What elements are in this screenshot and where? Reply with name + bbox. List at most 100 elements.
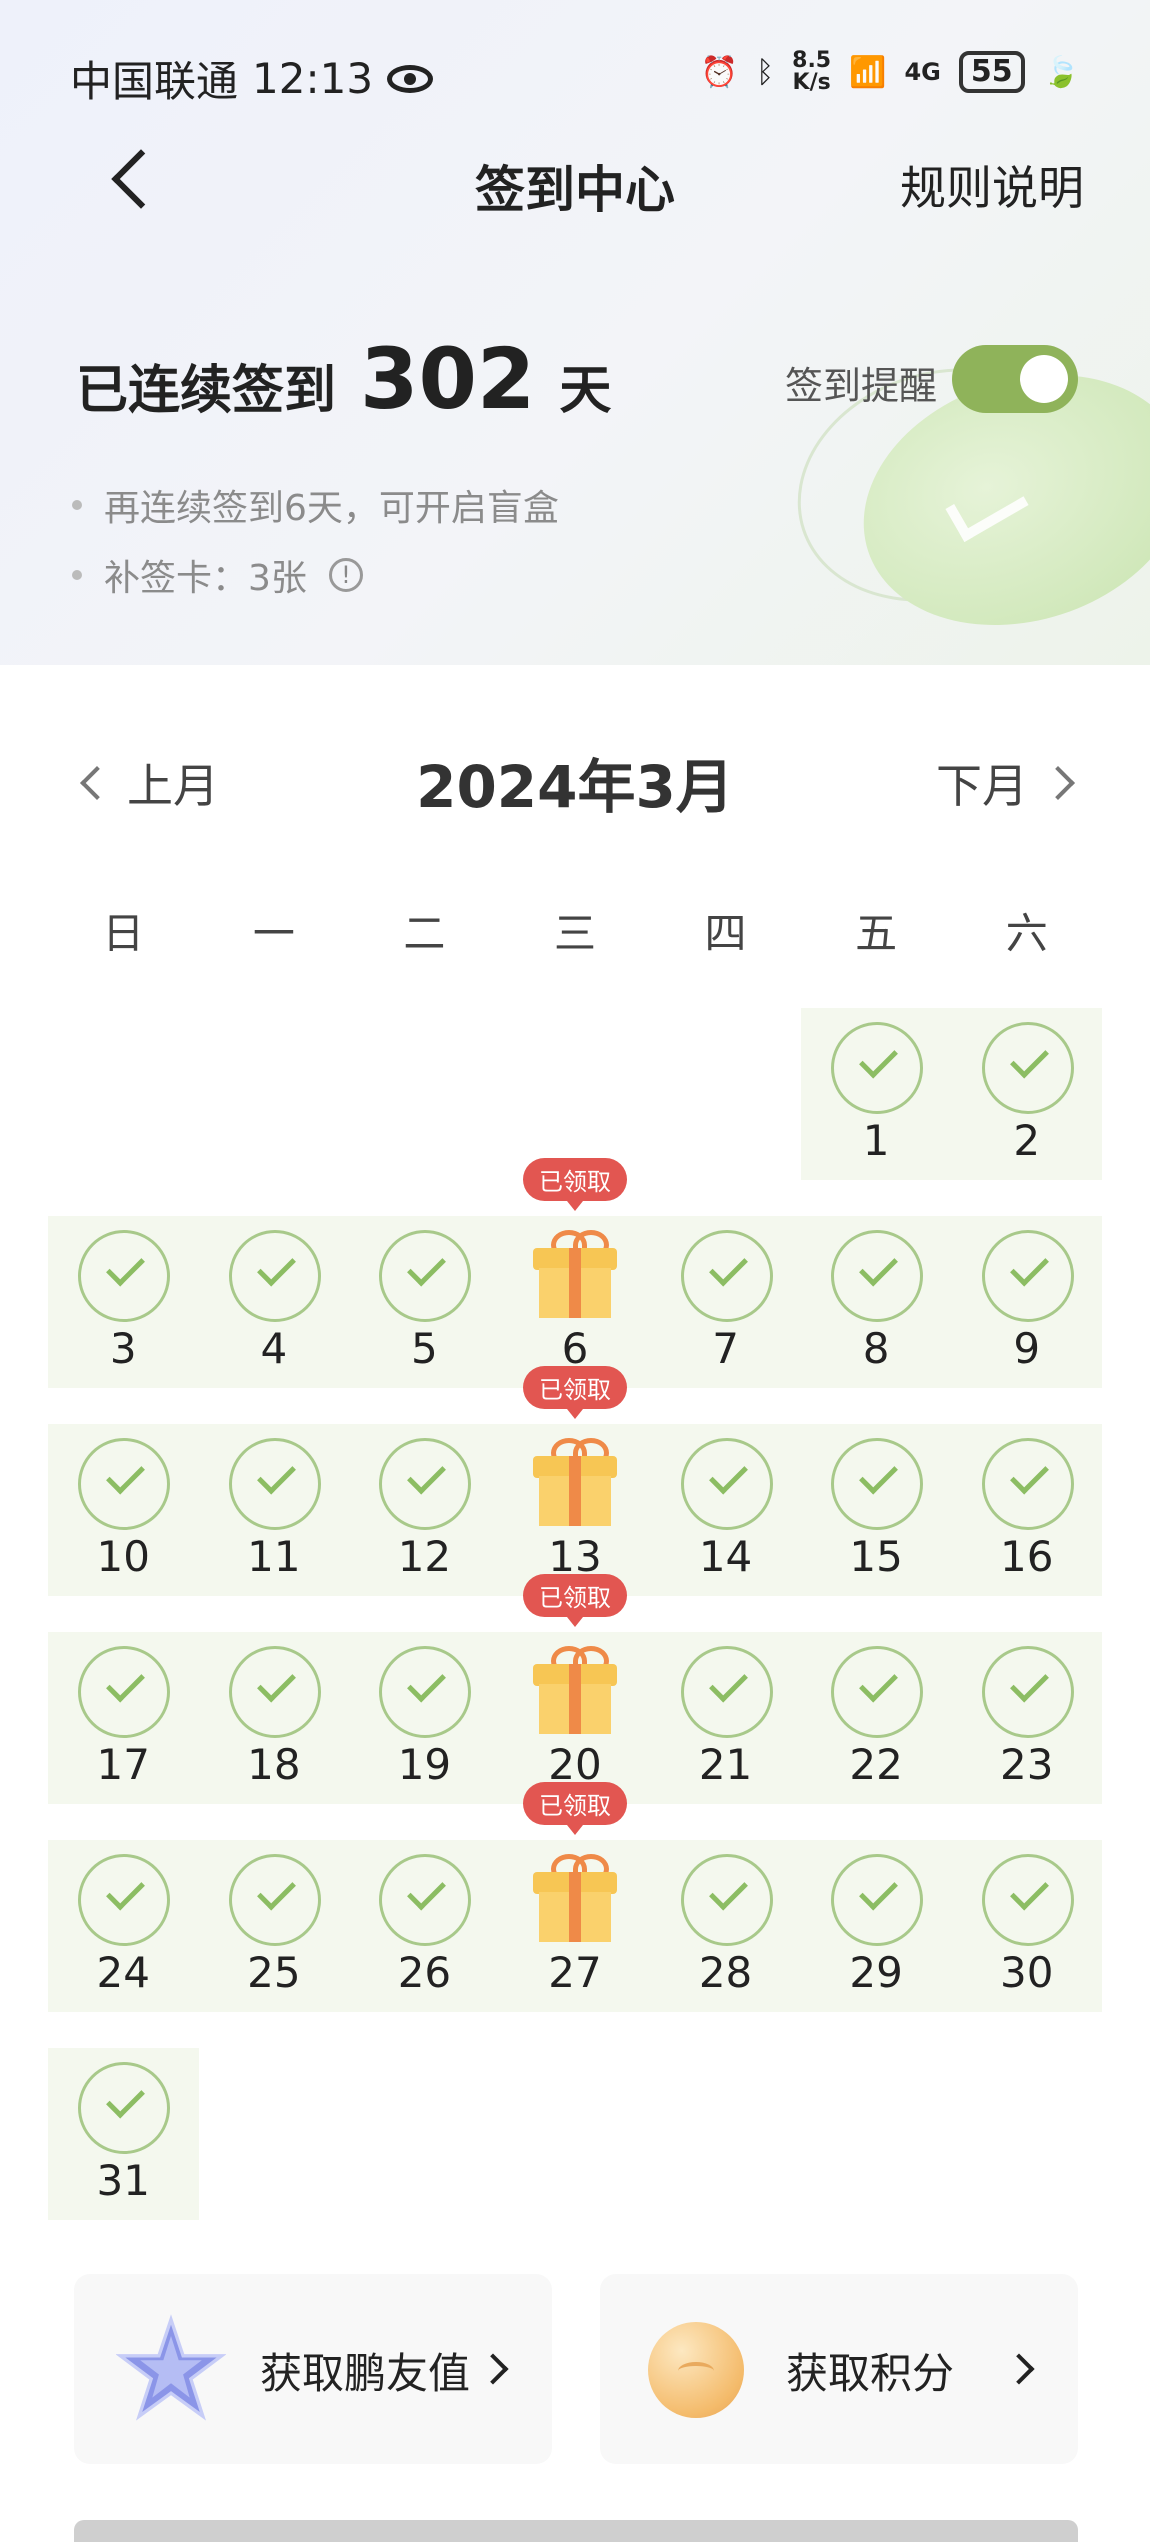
gift-box-icon bbox=[532, 1228, 617, 1318]
checked-icon bbox=[680, 1230, 773, 1322]
calendar-empty-cell bbox=[349, 1008, 500, 1180]
bullet bbox=[72, 500, 82, 510]
gift-box-icon bbox=[532, 1644, 617, 1734]
star-crystal-icon bbox=[116, 2314, 226, 2421]
weekday-sat: 六 bbox=[1005, 909, 1048, 958]
gift-claimed-badge: 已领取 bbox=[522, 1574, 627, 1627]
checked-icon bbox=[680, 1854, 773, 1946]
day-number: 23 bbox=[999, 1740, 1054, 1789]
calendar-day[interactable]: 已领取 13 bbox=[499, 1366, 651, 1596]
calendar-day[interactable]: 8 bbox=[800, 1216, 952, 1388]
day-number: 27 bbox=[548, 1948, 602, 1997]
carrier-label: 中国联通 bbox=[70, 57, 239, 106]
chevron-right-icon bbox=[1003, 2353, 1035, 2385]
calendar-day[interactable]: 7 bbox=[650, 1216, 801, 1388]
day-number: 16 bbox=[999, 1532, 1054, 1581]
calendar-day[interactable]: 9 bbox=[951, 1216, 1102, 1388]
gift-claimed-badge: 已领取 bbox=[522, 1782, 627, 1835]
calendar-day[interactable]: 12 bbox=[349, 1424, 500, 1596]
calendar-day[interactable]: 已领取 20 bbox=[499, 1574, 651, 1804]
tip-blind-box-text: 再连续签到6天，可开启盲盒 bbox=[104, 488, 559, 529]
calendar-empty-cell bbox=[199, 1008, 350, 1180]
day-number: 10 bbox=[96, 1532, 150, 1581]
weekday-fri: 五 bbox=[855, 909, 898, 958]
calendar-day[interactable]: 11 bbox=[198, 1424, 350, 1596]
points-label: 获取积分 bbox=[786, 2349, 955, 2398]
calendar-empty-cell bbox=[500, 1008, 651, 1180]
calendar-day[interactable]: 2 bbox=[951, 1008, 1102, 1180]
tip-blind-box: 再连续签到6天，可开启盲盒 bbox=[72, 470, 559, 540]
day-number: 28 bbox=[698, 1948, 753, 1997]
checked-icon bbox=[78, 1646, 171, 1738]
net-speed-unit: K/s bbox=[792, 70, 831, 95]
calendar-day[interactable]: 18 bbox=[198, 1632, 350, 1804]
calendar-day[interactable]: 23 bbox=[951, 1632, 1102, 1804]
checked-icon bbox=[831, 1230, 924, 1322]
day-number: 1 bbox=[862, 1116, 890, 1165]
day-number: 7 bbox=[712, 1324, 739, 1373]
day-number: 29 bbox=[849, 1948, 903, 1997]
calendar-day[interactable]: 10 bbox=[48, 1424, 199, 1596]
weekday-thu: 四 bbox=[704, 909, 747, 958]
calendar-day[interactable]: 25 bbox=[198, 1840, 350, 2012]
calendar-empty-cell bbox=[199, 2048, 350, 2220]
checked-icon bbox=[78, 1854, 171, 1946]
calendar-day[interactable]: 29 bbox=[800, 1840, 952, 2012]
calendar-day[interactable]: 15 bbox=[800, 1424, 952, 1596]
day-number: 15 bbox=[849, 1532, 903, 1581]
checked-icon bbox=[379, 1438, 472, 1530]
rules-button[interactable]: 规则说明 bbox=[900, 152, 1084, 218]
net-speed: 8.5 K/s bbox=[792, 50, 831, 94]
calendar-day[interactable]: 19 bbox=[349, 1632, 500, 1804]
wifi-icon: 📶 bbox=[849, 54, 887, 90]
friend-value-card[interactable]: 获取鹏友值 bbox=[74, 2274, 552, 2464]
points-card[interactable]: 获取积分 bbox=[600, 2274, 1078, 2464]
info-icon[interactable]: ! bbox=[328, 558, 363, 592]
day-number: 11 bbox=[247, 1532, 301, 1581]
calendar-day[interactable]: 已领取 27 bbox=[499, 1782, 651, 2012]
calendar-day[interactable]: 16 bbox=[951, 1424, 1102, 1596]
streak-prefix: 已连续签到 bbox=[76, 361, 337, 421]
network-type: 4G bbox=[904, 58, 941, 86]
calendar-day[interactable]: 22 bbox=[800, 1632, 952, 1804]
checked-icon bbox=[831, 1646, 924, 1738]
calendar-day[interactable]: 3 bbox=[48, 1216, 199, 1388]
calendar-day[interactable]: 26 bbox=[349, 1840, 500, 2012]
calendar-day[interactable]: 28 bbox=[650, 1840, 801, 2012]
gift-claimed-badge: 已领取 bbox=[522, 1158, 627, 1211]
day-number: 14 bbox=[698, 1532, 753, 1581]
day-number: 4 bbox=[260, 1324, 288, 1373]
calendar-grid: 1 2 3 4 5 已领取 6 7 8 9 10 11 12 已领取 13 14 15 16 17 18 19 已领取 20… bbox=[48, 1008, 1102, 2256]
calendar-day[interactable]: 14 bbox=[650, 1424, 801, 1596]
chevron-right-icon bbox=[1041, 766, 1075, 800]
weekday-tue: 二 bbox=[403, 909, 446, 958]
calendar-empty-cell bbox=[951, 2048, 1102, 2220]
calendar-day[interactable]: 31 bbox=[48, 2048, 199, 2220]
streak-suffix: 天 bbox=[559, 361, 612, 421]
nav-bar: 签到中心 规则说明 bbox=[0, 140, 1150, 230]
calendar-day[interactable]: 21 bbox=[650, 1632, 801, 1804]
streak-days: 302 bbox=[360, 330, 536, 428]
tip-makeup-card: 补签卡：3张 ! bbox=[72, 540, 559, 610]
day-number: 18 bbox=[247, 1740, 301, 1789]
tips-list: 再连续签到6天，可开启盲盒 补签卡：3张 ! bbox=[72, 470, 559, 610]
calendar-day[interactable]: 30 bbox=[951, 1840, 1102, 2012]
checked-icon bbox=[981, 1438, 1074, 1530]
calendar-day[interactable]: 已领取 6 bbox=[499, 1158, 651, 1388]
checked-icon bbox=[379, 1646, 472, 1738]
streak-summary: 已连续签到 302 天 bbox=[76, 330, 611, 428]
calendar-day[interactable]: 24 bbox=[48, 1840, 199, 2012]
leaf-icon: 🍃 bbox=[1042, 54, 1080, 90]
checked-icon bbox=[831, 1854, 924, 1946]
calendar-empty-cell bbox=[650, 1008, 801, 1180]
calendar-day[interactable]: 17 bbox=[48, 1632, 199, 1804]
calendar-week: 24 25 26 已领取 27 28 29 30 bbox=[48, 1782, 1102, 2048]
calendar-day[interactable]: 1 bbox=[800, 1008, 952, 1180]
calendar-day[interactable]: 4 bbox=[198, 1216, 350, 1388]
reminder-toggle[interactable] bbox=[952, 345, 1078, 413]
checked-icon bbox=[379, 1230, 472, 1322]
calendar-day[interactable]: 5 bbox=[349, 1216, 500, 1388]
checked-icon bbox=[981, 1854, 1074, 1946]
checked-icon bbox=[78, 2062, 171, 2154]
next-month-button[interactable]: 下月 bbox=[936, 750, 1075, 816]
